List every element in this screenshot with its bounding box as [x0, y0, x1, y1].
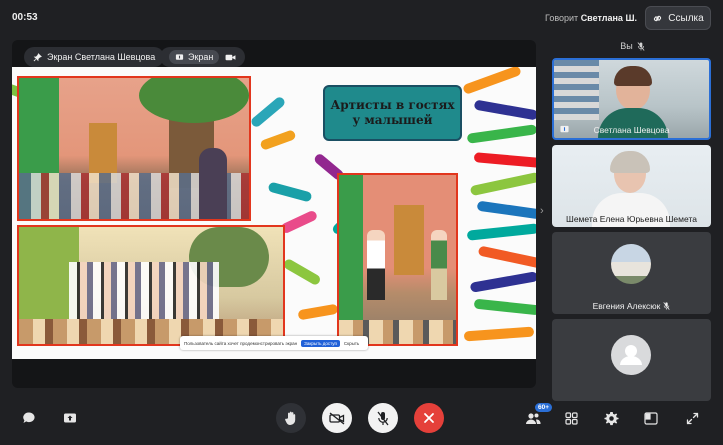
pin-icon	[33, 52, 42, 61]
chat-icon	[23, 412, 35, 423]
video-person-body	[598, 108, 668, 138]
participant-name: Евгения Алексюк	[552, 301, 711, 311]
photo-child-1	[367, 230, 385, 300]
fullscreen-button[interactable]	[677, 403, 707, 433]
speaker-name: Светлана Ш.	[580, 13, 637, 23]
chat-button[interactable]	[14, 403, 44, 433]
decor-hand	[469, 171, 536, 197]
mic-off-icon	[377, 411, 389, 425]
decor-hand	[466, 124, 536, 144]
video-bookshelf	[554, 60, 599, 120]
screen-tab[interactable]: Экран	[169, 50, 220, 64]
participants-icon	[526, 413, 541, 424]
screen-share-stage: Экран Светлана Шевцова Экран Артисты в г…	[12, 40, 536, 388]
photo-teacher	[199, 148, 227, 219]
share-screen-icon	[64, 413, 76, 422]
decor-hand	[473, 99, 536, 121]
pip-icon	[644, 411, 658, 425]
participant-tile[interactable]: Шемета Елена Юрьевна Шемета	[552, 145, 711, 227]
mic-toggle-button[interactable]	[368, 403, 398, 433]
slide-title: Артисты в гостях у малышей	[330, 98, 455, 127]
raise-hand-button[interactable]	[276, 403, 306, 433]
slide-photo-3	[337, 173, 458, 346]
slide-title-box: Артисты в гостях у малышей	[323, 85, 462, 141]
mic-off-icon	[637, 41, 645, 51]
participants-count-badge: 60+	[535, 403, 553, 412]
collapse-panel-chevron-icon[interactable]: ›	[540, 205, 544, 217]
photo-child-2	[431, 230, 447, 300]
video-person-hair	[610, 151, 650, 173]
decor-hand	[473, 152, 536, 168]
screen-owner-tag[interactable]: Экран Светлана Шевцова	[24, 47, 165, 67]
call-timer: 00:53	[12, 12, 38, 23]
screen-switch[interactable]: Экран	[160, 47, 246, 67]
link-icon	[654, 15, 662, 21]
participants-button[interactable]: 60+	[518, 403, 553, 433]
decor-hand	[249, 95, 287, 129]
end-call-button[interactable]	[414, 403, 444, 433]
picture-in-picture-button[interactable]	[636, 403, 666, 433]
camera-toggle-button[interactable]	[322, 403, 352, 433]
copy-link-button[interactable]: Ссылка	[645, 6, 711, 30]
grid-icon	[564, 411, 578, 425]
self-view-label: Вы	[552, 36, 713, 56]
participant-name: Светлана Шевцова	[593, 125, 670, 135]
expand-icon	[686, 412, 698, 424]
slide-photo-2	[17, 225, 285, 346]
camera-off-icon	[329, 411, 345, 425]
photo-children	[69, 262, 219, 322]
screen-tab-label: Экран	[188, 52, 214, 62]
avatar	[611, 335, 651, 375]
participant-tile[interactable]	[552, 319, 711, 401]
copy-link-label: Ссылка	[668, 12, 704, 24]
photo-wall-green	[339, 175, 363, 344]
settings-button[interactable]	[596, 403, 626, 433]
decor-hand	[469, 271, 536, 293]
slide-photo-1	[17, 76, 251, 221]
decor-hand	[267, 181, 313, 203]
top-bar: 00:53 Говорит Светлана Ш. Ссылка	[0, 0, 723, 36]
hide-notice-button[interactable]: Скрыть	[344, 341, 359, 346]
hand-icon	[285, 411, 296, 425]
video-person-hair	[614, 66, 652, 86]
gear-icon	[603, 411, 619, 425]
decor-hand	[282, 257, 322, 287]
speaker-prefix: Говорит	[545, 13, 579, 23]
stop-sharing-button[interactable]: Закрыть доступ	[301, 339, 340, 347]
decor-hand	[466, 223, 536, 241]
user-icon	[620, 345, 642, 365]
screen-owner-label: Экран Светлана Шевцова	[47, 52, 156, 62]
decor-hand	[462, 67, 522, 95]
participant-tile[interactable]: Светлана Шевцова	[552, 58, 711, 140]
close-icon	[424, 413, 434, 423]
active-speaker: Говорит Светлана Ш.	[545, 13, 637, 23]
control-bar: 60+	[0, 393, 723, 445]
presentation-slide: Артисты в гостях у малышей Пользователь …	[12, 67, 536, 359]
participant-name-text: Евгения Алексюк	[592, 301, 661, 311]
share-notice-text: Пользователь сайта хочет продемонстриров…	[184, 340, 298, 346]
camera-icon[interactable]	[225, 53, 236, 62]
decor-hand	[476, 200, 536, 220]
photo-tree-leaves	[139, 78, 249, 123]
decor-hand	[297, 303, 339, 321]
share-screen-button[interactable]	[55, 403, 85, 433]
decor-hand	[463, 326, 535, 342]
participant-name: Шемета Елена Юрьевна Шемета	[566, 214, 697, 224]
decor-hand	[259, 129, 297, 151]
decor-hand	[473, 298, 536, 316]
photo-shelf	[394, 205, 424, 275]
layout-grid-button[interactable]	[556, 403, 586, 433]
screen-icon	[175, 53, 184, 60]
participant-tile[interactable]: Евгения Алексюк	[552, 232, 711, 314]
self-label: Вы	[620, 41, 633, 51]
decor-hand	[477, 245, 536, 269]
mic-off-icon	[663, 302, 670, 310]
decor-hand	[279, 209, 319, 235]
avatar	[611, 244, 651, 284]
share-notice-bar: Пользователь сайта хочет продемонстриров…	[180, 336, 368, 350]
participants-panel: Вы Светлана Шевцова Шемета Елена Юрьевна…	[552, 36, 713, 401]
